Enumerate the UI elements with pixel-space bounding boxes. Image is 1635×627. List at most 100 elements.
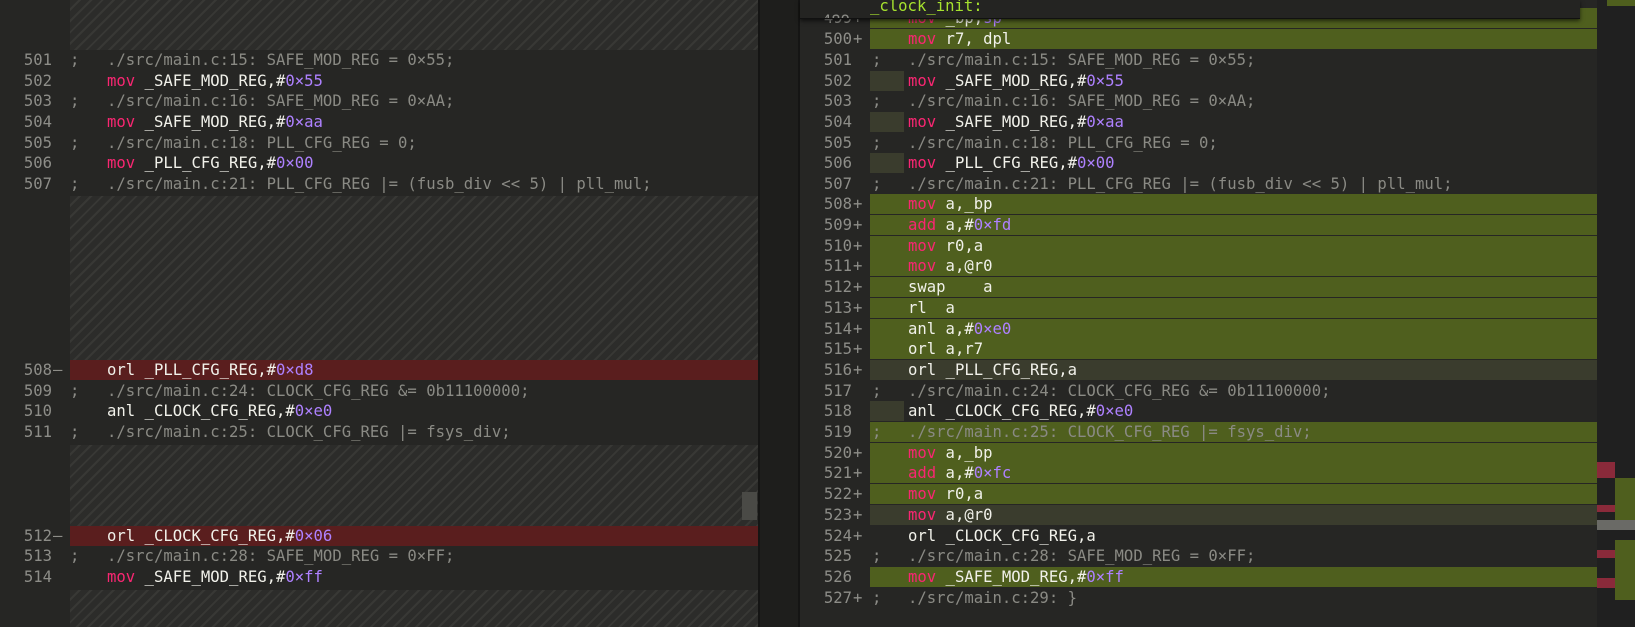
right-code-line[interactable]: 512 + swap a — [800, 276, 1597, 299]
left-code-line[interactable]: 513; ./src/main.c:28: SAFE_MOD_REG = 0×FF… — [0, 546, 758, 568]
line-number: 507 — [23, 174, 52, 193]
right-code-line[interactable]: 501; ./src/main.c:15: SAFE_MOD_REG = 0×55… — [800, 50, 1597, 72]
right-code-line[interactable]: 511 + mov a,@r0 — [800, 255, 1597, 278]
numeric-literal: 0×e0 — [1095, 401, 1134, 420]
right-code-line[interactable]: 515 + orl a,r7 — [800, 338, 1597, 361]
right-diff-pane[interactable]: 499+mov _bp,sp500+mov r7, dpl501;./src/m… — [800, 0, 1597, 627]
left-code-line[interactable]: 502 mov _SAFE_MOD_REG,#0×55 — [0, 71, 758, 93]
right-code-line[interactable]: 508 + mov a,_bp — [800, 193, 1597, 216]
right-code-line[interactable]: 500 + mov r7, dpl — [800, 28, 1597, 51]
line-number: 505 — [823, 133, 852, 152]
right-code-line[interactable]: 517; ./src/main.c:24: CLOCK_CFG_REG &= 0b… — [800, 381, 1597, 403]
right-code-line[interactable]: 503; ./src/main.c:16: SAFE_MOD_REG = 0×AA… — [800, 91, 1597, 113]
right-code-line[interactable]: 506 mov _PLL_CFG_REG,#0×00 — [800, 152, 1597, 175]
code-text: mov _SAFE_MOD_REG,#0×aa — [107, 112, 758, 134]
left-code-line[interactable]: 511; ./src/main.c:25: CLOCK_CFG_REG |= fs… — [0, 422, 758, 444]
numeric-literal: 0×d8 — [276, 360, 314, 379]
right-code-line[interactable]: 522 + mov r0,a — [800, 483, 1597, 506]
left-code-line[interactable]: 514 mov _SAFE_MOD_REG,#0×ff — [0, 567, 758, 589]
code-text: mov a,@r0 — [908, 505, 1597, 527]
left-code-line[interactable]: 510 anl _CLOCK_CFG_REG,#0×e0 — [0, 401, 758, 423]
numeric-literal: 0×e0 — [973, 319, 1012, 338]
line-number: 511 — [823, 256, 852, 275]
pane-divider[interactable] — [758, 0, 800, 627]
right-gutter-change-mark — [870, 70, 904, 92]
left-code-line[interactable]: 503; ./src/main.c:16: SAFE_MOD_REG = 0×AA… — [0, 91, 758, 113]
minimap-change-marker — [1597, 550, 1615, 558]
right-code-line[interactable]: 518 anl _CLOCK_CFG_REG,#0×e0 — [800, 400, 1597, 423]
line-number: 519 — [823, 422, 852, 441]
code-text: orl _PLL_CFG_REG,#0×d8 — [107, 360, 758, 382]
comment-marker: ; — [872, 91, 882, 110]
instruction-keyword: add — [908, 463, 937, 482]
code-text: orl _CLOCK_CFG_REG,a — [908, 526, 1597, 548]
line-number: 523 — [823, 505, 852, 524]
right-code-line[interactable]: 520 + mov a,_bp — [800, 442, 1597, 465]
code-text: mov _SAFE_MOD_REG,#0×55 — [107, 71, 758, 93]
left-code-line[interactable]: 506 mov _PLL_CFG_REG,#0×00 — [0, 153, 758, 175]
right-code-line[interactable]: 519; ./src/main.c:25: CLOCK_CFG_REG |= fs… — [800, 421, 1597, 444]
comment-marker: ; — [70, 546, 80, 565]
code-text: ./src/main.c:15: SAFE_MOD_REG = 0×55; — [908, 50, 1597, 72]
line-number: 515 — [823, 339, 852, 358]
right-code-line[interactable]: 509 + add a,#0×fd — [800, 214, 1597, 237]
instruction-operands: _PLL_CFG_REG,# — [135, 153, 276, 172]
left-code-line[interactable]: 507; ./src/main.c:21: PLL_CFG_REG |= (fus… — [0, 174, 758, 196]
numeric-literal: 0×aa — [285, 112, 323, 131]
line-number: 504 — [23, 112, 52, 131]
line-number: 518 — [823, 401, 852, 420]
left-code-line[interactable]: 509; ./src/main.c:24: CLOCK_CFG_REG &= 0b… — [0, 381, 758, 403]
diff-marker: + — [853, 339, 863, 358]
left-code-line[interactable]: 501; ./src/main.c:15: SAFE_MOD_REG = 0×55… — [0, 50, 758, 72]
left-code-line[interactable]: 504 mov _SAFE_MOD_REG,#0×aa — [0, 112, 758, 134]
code-text: rl a — [908, 298, 1597, 320]
code-text: ./src/main.c:21: PLL_CFG_REG |= (fusb_di… — [107, 174, 758, 196]
comment-marker: ; — [872, 50, 882, 69]
right-code-line[interactable]: 525; ./src/main.c:28: SAFE_MOD_REG = 0×FF… — [800, 546, 1597, 568]
diff-minimap[interactable] — [1597, 0, 1635, 627]
right-code-line[interactable]: 516 + orl _PLL_CFG_REG,a — [800, 359, 1597, 382]
diff-marker: + — [853, 298, 863, 317]
numeric-literal: 0×55 — [285, 71, 323, 90]
right-code-line[interactable]: 523 + mov a,@r0 — [800, 504, 1597, 527]
right-code-line[interactable]: 504 mov _SAFE_MOD_REG,#0×aa — [800, 111, 1597, 134]
line-number: 506 — [23, 153, 52, 172]
left-scrollbar-thumb[interactable] — [742, 492, 757, 520]
left-code-line[interactable]: 505; ./src/main.c:18: PLL_CFG_REG = 0; — [0, 133, 758, 155]
line-number: 517 — [823, 381, 852, 400]
right-code-line[interactable]: 513 + rl a — [800, 297, 1597, 320]
right-code-line[interactable]: 510 + mov r0,a — [800, 235, 1597, 258]
code-text: add a,#0×fc — [908, 463, 1597, 485]
numeric-literal: 0×ff — [285, 567, 323, 586]
right-code-line[interactable]: 527 +; ./src/main.c:29: } — [800, 588, 1597, 610]
left-code-line[interactable]: 508— orl _PLL_CFG_REG,#0×d8 — [0, 359, 758, 382]
diff-marker: + — [853, 29, 863, 48]
right-code-line[interactable]: 514 + anl a,#0×e0 — [800, 318, 1597, 341]
left-diff-pane[interactable]: 501; ./src/main.c:15: SAFE_MOD_REG = 0×55… — [0, 0, 758, 627]
right-code-line[interactable]: 526 mov _SAFE_MOD_REG,#0×ff — [800, 566, 1597, 589]
instruction-operands: orl _CLOCK_CFG_REG,# — [107, 526, 295, 545]
right-code-line[interactable]: 521 + add a,#0×fc — [800, 462, 1597, 485]
instruction-operands: orl a,r7 — [908, 339, 984, 358]
right-gutter-change-mark — [870, 152, 904, 174]
instruction-operands: a,# — [936, 215, 974, 234]
numeric-literal: 0×aa — [1086, 112, 1124, 131]
right-code-line[interactable]: 507; ./src/main.c:21: PLL_CFG_REG |= (fus… — [800, 174, 1597, 196]
right-code-line[interactable]: 524 + orl _CLOCK_CFG_REG,a — [800, 526, 1597, 548]
instruction-operands: _SAFE_MOD_REG,# — [936, 567, 1087, 586]
instruction-operands: orl _PLL_CFG_REG,a — [908, 360, 1077, 379]
code-text: mov r0,a — [908, 484, 1597, 506]
instruction-keyword: mov — [908, 153, 937, 172]
diff-marker: + — [853, 505, 863, 524]
instruction-keyword: mov — [908, 256, 937, 275]
right-code-line[interactable]: 502 mov _SAFE_MOD_REG,#0×55 — [800, 70, 1597, 93]
comment-marker: ; — [70, 381, 80, 400]
line-number: 522 — [823, 484, 852, 503]
right-code-line[interactable]: 505; ./src/main.c:18: PLL_CFG_REG = 0; — [800, 133, 1597, 155]
line-number: 527 — [823, 588, 852, 607]
diff-marker: + — [853, 588, 863, 607]
line-number: 508 — [823, 194, 852, 213]
left-code-line[interactable]: 512— orl _CLOCK_CFG_REG,#0×06 — [0, 525, 758, 548]
line-number: 524 — [823, 526, 852, 545]
comment-text: ./src/main.c:24: CLOCK_CFG_REG &= 0b1110… — [107, 381, 530, 400]
